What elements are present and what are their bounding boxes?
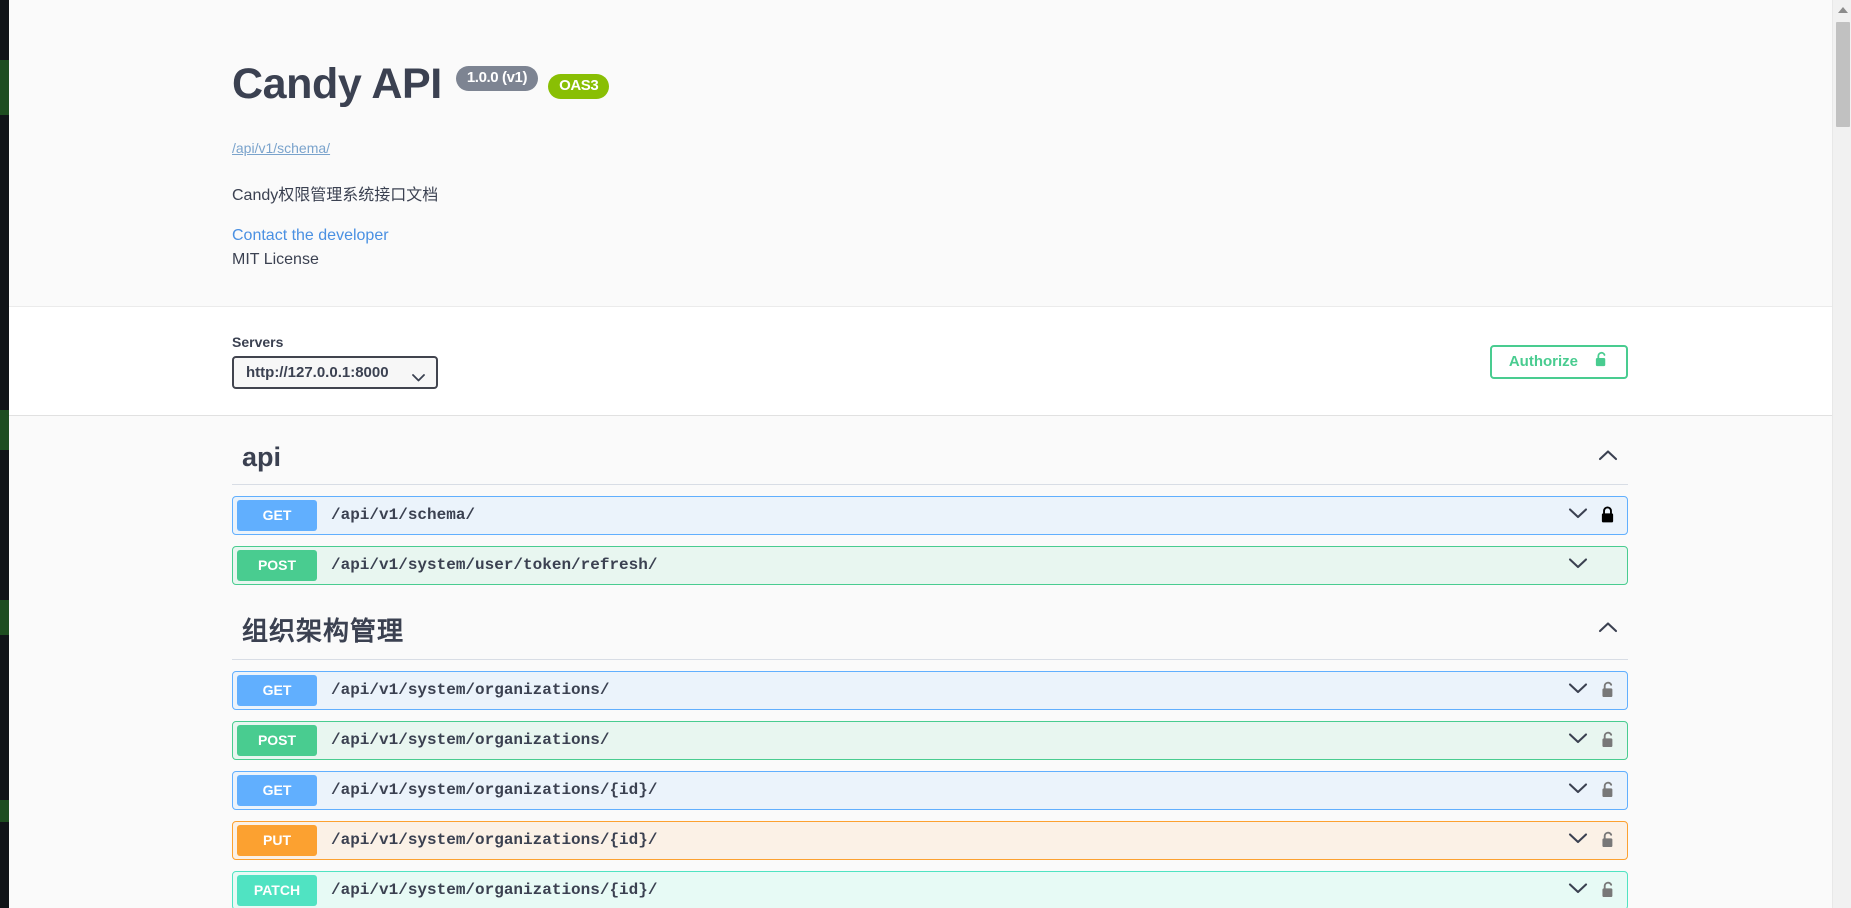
oas-badge: OAS3 (548, 73, 610, 99)
lock-open-icon[interactable] (1597, 881, 1617, 899)
authorize-button[interactable]: Authorize (1489, 344, 1628, 379)
background-dark-strip (0, 0, 9, 908)
lock-open-icon[interactable] (1597, 831, 1617, 849)
operation-row[interactable]: GET/api/v1/system/organizations/{id}/ (232, 770, 1628, 810)
tag-block: api GET/api/v1/schema/POST/api/v1/system/… (232, 430, 1628, 585)
authorize-wrapper: Authorize (1489, 334, 1628, 379)
lock-closed-icon[interactable] (1597, 506, 1617, 524)
operation-row[interactable]: PUT/api/v1/system/organizations/{id}/ (232, 820, 1628, 860)
tag-header[interactable]: api (232, 430, 1628, 485)
scroll-up-arrow-icon[interactable] (1833, 0, 1851, 19)
operation-controls (1568, 731, 1627, 749)
http-method-badge: PATCH (237, 874, 317, 906)
operation-row[interactable]: GET/api/v1/schema/ (232, 495, 1628, 535)
servers-label: Servers (232, 333, 284, 350)
tag-name: 组织架构管理 (242, 615, 405, 646)
operation-path: /api/v1/system/organizations/{id}/ (331, 881, 658, 900)
chevron-up-icon (1598, 448, 1618, 466)
operation-controls (1568, 556, 1627, 574)
http-method-badge: POST (237, 724, 317, 756)
http-method-badge: GET (237, 674, 317, 706)
browser-viewport: Candy API 1.0.0 (v1) OAS3 /api/v1/schema/ … (9, 0, 1851, 908)
chevron-up-icon (1598, 620, 1618, 638)
tag-block: 组织架构管理 GET/api/v1/system/organizations/PO… (232, 599, 1628, 908)
server-select[interactable]: http://127.0.0.1:8000 (232, 355, 438, 389)
swagger-ui-page: Candy API 1.0.0 (v1) OAS3 /api/v1/schema/ … (9, 0, 1851, 908)
servers-block: Servers http://127.0.0.1:8000 (232, 334, 438, 389)
operation-path: /api/v1/system/user/token/refresh/ (331, 556, 658, 575)
scheme-container: Servers http://127.0.0.1:8000 Authorize (9, 305, 1851, 416)
operation-path: /api/v1/system/organizations/{id}/ (331, 831, 658, 850)
authorize-label: Authorize (1508, 353, 1578, 371)
chevron-down-icon (412, 369, 425, 386)
vertical-scrollbar[interactable] (1832, 0, 1851, 908)
chevron-down-icon (1568, 506, 1588, 524)
license-text: MIT License (232, 250, 319, 268)
operations-container: api GET/api/v1/schema/POST/api/v1/system/… (220, 430, 1640, 908)
lock-open-icon[interactable] (1597, 731, 1617, 749)
http-method-badge: GET (237, 774, 317, 806)
chevron-down-icon (1568, 556, 1588, 574)
api-title-text: Candy API (232, 59, 442, 108)
operation-controls (1568, 831, 1627, 849)
tag-name: api (242, 441, 282, 472)
server-select-value: http://127.0.0.1:8000 (246, 363, 389, 381)
operation-path: /api/v1/schema/ (331, 506, 476, 525)
operation-row[interactable]: POST/api/v1/system/user/token/refresh/ (232, 545, 1628, 585)
chevron-down-icon (1568, 881, 1588, 899)
operation-list: GET/api/v1/schema/POST/api/v1/system/use… (232, 485, 1628, 585)
operation-row[interactable]: GET/api/v1/system/organizations/ (232, 670, 1628, 710)
tag-header[interactable]: 组织架构管理 (232, 599, 1628, 660)
schema-url-link[interactable]: /api/v1/schema/ (232, 140, 1628, 156)
http-method-badge: GET (237, 499, 317, 531)
api-info-section: Candy API 1.0.0 (v1) OAS3 /api/v1/schema/ … (9, 0, 1851, 306)
title-row: Candy API 1.0.0 (v1) OAS3 (232, 0, 1628, 136)
operation-controls (1568, 881, 1627, 899)
scrollbar-thumb[interactable] (1836, 22, 1850, 127)
operation-controls (1568, 781, 1627, 799)
chevron-down-icon (1568, 731, 1588, 749)
operation-controls (1568, 506, 1627, 524)
page-title: Candy API 1.0.0 (v1) OAS3 (232, 59, 610, 108)
http-method-badge: POST (237, 549, 317, 581)
lock-open-icon[interactable] (1597, 681, 1617, 699)
chevron-down-icon (1568, 831, 1588, 849)
http-method-badge: PUT (237, 824, 317, 856)
chevron-down-icon (1568, 681, 1588, 699)
operation-row[interactable]: POST/api/v1/system/organizations/ (232, 720, 1628, 760)
operation-controls (1568, 681, 1627, 699)
operation-path: /api/v1/system/organizations/{id}/ (331, 781, 658, 800)
lock-open-icon[interactable] (1597, 781, 1617, 799)
operation-row[interactable]: PATCH/api/v1/system/organizations/{id}/ (232, 870, 1628, 908)
operation-list: GET/api/v1/system/organizations/POST/api… (232, 660, 1628, 908)
lock-open-icon (1594, 351, 1609, 372)
chevron-down-icon (1568, 781, 1588, 799)
api-description: Candy权限管理系统接口文档 (232, 186, 439, 204)
operation-path: /api/v1/system/organizations/ (331, 681, 610, 700)
version-badge: 1.0.0 (v1) (455, 66, 539, 91)
contact-developer-link[interactable]: Contact the developer (232, 227, 1628, 245)
operation-path: /api/v1/system/organizations/ (331, 731, 610, 750)
